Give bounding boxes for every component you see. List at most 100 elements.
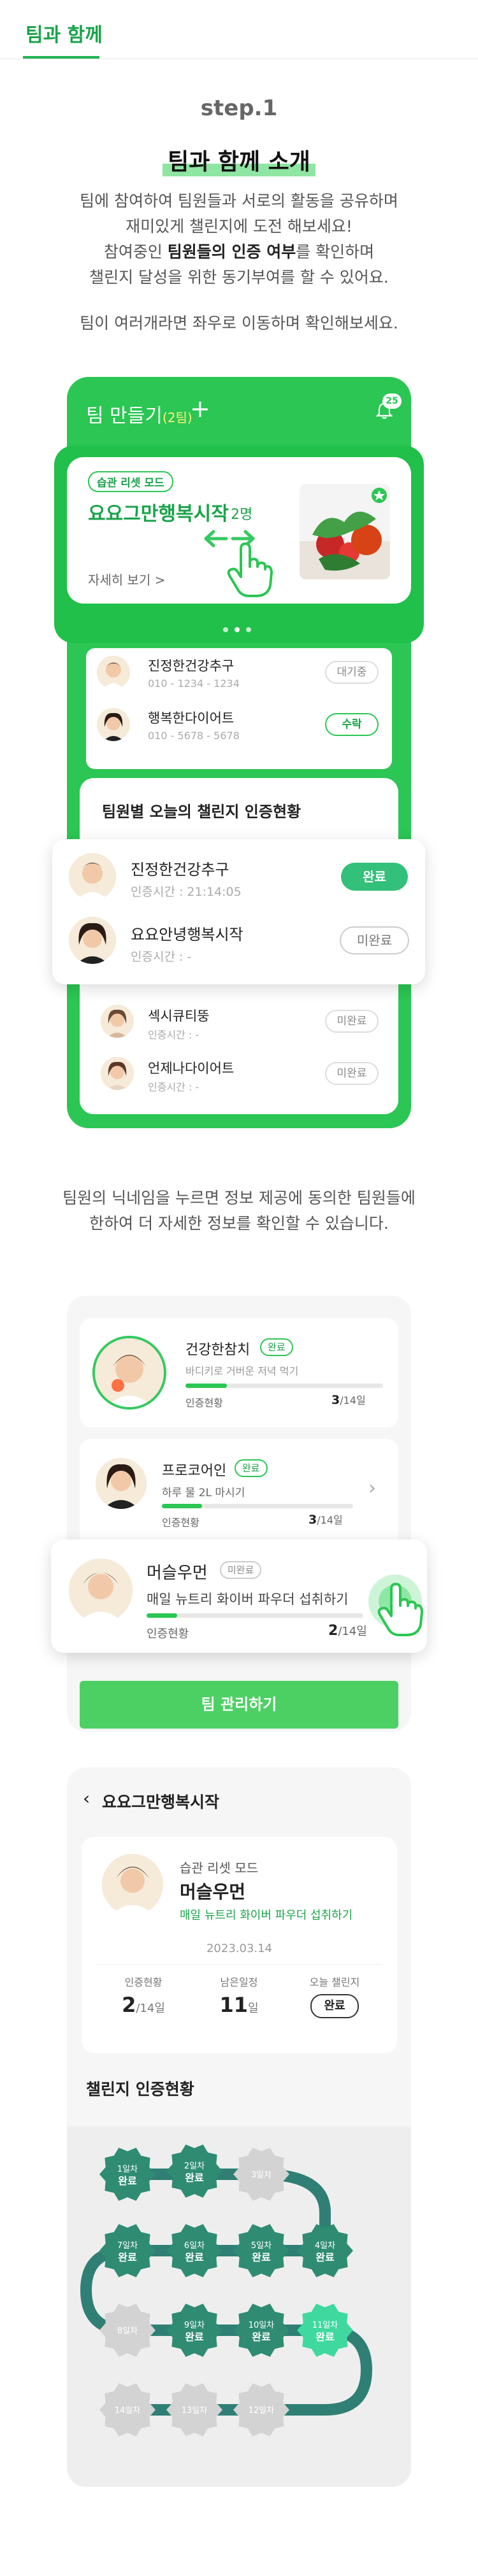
member-name[interactable]: 진정한건강추구 <box>148 656 234 675</box>
day-state: 완료 <box>252 2331 271 2343</box>
day-label: 10일차 <box>249 2321 275 2330</box>
day-gear[interactable]: 14일차 <box>99 2383 156 2437</box>
avatar <box>97 708 130 741</box>
board-title: 챌린지 인증현황 <box>86 2080 194 2098</box>
back-arrow-icon[interactable]: ‹ <box>83 1788 90 1809</box>
notification-badge: 25 <box>382 393 402 409</box>
gear-icon <box>297 2304 353 2357</box>
day-gear[interactable]: 11일차완료 <box>297 2304 353 2357</box>
day-state: 완료 <box>118 2175 137 2187</box>
avatar <box>69 853 116 900</box>
board-graphic: 1일차완료2일차완료 3일차4일차완료5일차완료6일차완료7일차완료8일차9일차완… <box>80 2144 373 2437</box>
day-label: 9일차 <box>184 2321 205 2330</box>
carousel-dot[interactable] <box>246 627 251 632</box>
member-name[interactable]: 머슬우먼 <box>147 1560 208 1583</box>
day-gear[interactable]: 4일차완료 <box>297 2224 353 2277</box>
day-gear[interactable]: 1일차완료 <box>99 2148 156 2201</box>
member-name[interactable]: 건강한참치 <box>185 1338 250 1359</box>
stat-certify: 인증현황 2/14일 <box>96 1974 191 2017</box>
tap-hand-icon <box>227 542 273 597</box>
carousel-dots[interactable] <box>220 623 254 635</box>
avatar <box>69 1559 133 1622</box>
incomplete-badge: 미완료 <box>340 926 409 954</box>
day-state: 완료 <box>315 2331 335 2343</box>
member-name[interactable]: 진정한건강추구 <box>131 857 229 879</box>
vegetable-photo <box>300 484 390 579</box>
stat-label: 오늘 챌린지 <box>309 1976 360 1988</box>
intro-description: 팀에 참여하여 팀원들과 서로의 활동을 공유하며 재미있게 챌린지에 도전 해… <box>0 188 478 290</box>
avatar <box>102 1854 163 1915</box>
carousel-dot[interactable] <box>223 627 228 632</box>
progress-count: 2/14일 <box>328 1623 367 1639</box>
card-divider <box>96 1964 382 1965</box>
team-name: 요요그만행복시작 <box>88 503 229 525</box>
progress-count: 3/14일 <box>331 1393 366 1407</box>
team-create-title[interactable]: 팀 만들기(2팀) <box>86 400 192 428</box>
day-gear[interactable]: 8일차 <box>99 2304 156 2357</box>
progress-fill <box>185 1384 228 1388</box>
step-label: step.1 <box>200 96 278 121</box>
member-phone: 010 - 5678 - 5678 <box>148 730 240 742</box>
progress-fill <box>162 1504 202 1508</box>
progress-label: 인증현황 <box>185 1397 223 1409</box>
swipe-hint: 팀이 여러개라면 좌우로 이동하며 확인해보세요. <box>80 314 398 332</box>
gear-icon <box>99 2224 156 2277</box>
board-track <box>80 2169 373 2416</box>
certify-time: 인증시간 : 21:14:05 <box>131 885 242 899</box>
waiting-badge: 대기중 <box>325 661 379 684</box>
day-gear[interactable]: 5일차완료 <box>233 2224 289 2277</box>
intro-line: 팀에 참여하여 팀원들과 서로의 활동을 공유하며 <box>80 192 398 210</box>
day-gear[interactable]: 9일차완료 <box>166 2304 222 2357</box>
gear-icon <box>99 2148 156 2201</box>
day-label: 5일차 <box>251 2241 272 2251</box>
stat-label: 남은일정 <box>220 1976 258 1988</box>
team-manage-button[interactable]: 팀 관리하기 <box>80 1681 398 1729</box>
stat-value: 2/14일 <box>122 1993 165 2017</box>
day-gear[interactable]: 6일차완료 <box>166 2224 222 2277</box>
member-name[interactable]: 언제나다이어트 <box>148 1058 234 1077</box>
progress-track <box>162 1504 353 1508</box>
day-gear[interactable]: 12일차 <box>233 2383 289 2437</box>
intro-title: 팀과 함께 소개 <box>163 143 315 176</box>
day-gear[interactable]: 3일차 <box>233 2148 289 2201</box>
avatar <box>92 1336 166 1410</box>
member-name[interactable]: 프로코어인 <box>162 1459 226 1480</box>
intro-line: 참여중인 팀원들의 인증 여부를 확인하며 <box>103 243 375 261</box>
member-name[interactable]: 요요안녕행복시작 <box>131 922 243 944</box>
member-name[interactable]: 행복한다이어트 <box>148 708 234 727</box>
day-label: 7일차 <box>117 2241 138 2251</box>
day-label: 3일차 <box>251 2170 272 2180</box>
day-gear[interactable]: 10일차완료 <box>233 2304 289 2357</box>
day-label: 6일차 <box>184 2241 205 2251</box>
member-goal: 매일 뉴트리 화이버 파우더 섭취하기 <box>147 1592 349 1607</box>
section-tab[interactable]: 팀과 함께 <box>25 19 103 47</box>
incomplete-tag: 미완료 <box>220 1561 262 1579</box>
intro-line: 재미있게 챌린지에 도전 해보세요! <box>126 217 352 236</box>
day-state: 완료 <box>118 2251 137 2263</box>
day-gear[interactable]: 2일차완료 <box>166 2144 222 2198</box>
day-label: 13일차 <box>182 2406 208 2416</box>
day-gear[interactable]: 7일차완료 <box>99 2224 156 2277</box>
day-state: 완료 <box>185 2251 204 2263</box>
stat-value: 11일 <box>219 1993 259 2017</box>
intro-line: 챌린지 달성을 위한 동기부여를 할 수 있어요. <box>89 268 389 287</box>
member-phone: 010 - 1234 - 1234 <box>148 677 240 690</box>
add-team-button[interactable]: + <box>190 395 210 423</box>
member-name: 머슬우먼 <box>180 1881 246 1902</box>
day-gear[interactable]: 13일차 <box>166 2383 222 2437</box>
chevron-right-icon[interactable]: › <box>368 1477 376 1499</box>
day-label: 12일차 <box>249 2406 275 2416</box>
avatar <box>97 656 130 689</box>
carousel-dot-active[interactable] <box>235 627 240 632</box>
mode-label: 습관 리셋 모드 <box>180 1860 259 1876</box>
certify-time: 인증시간 : - <box>131 950 192 964</box>
complete-tag: 완료 <box>260 1338 293 1356</box>
member-name[interactable]: 섹시큐티뚱 <box>148 1006 210 1025</box>
accept-button[interactable]: 수락 <box>325 713 379 736</box>
day-state: 완료 <box>252 2251 271 2263</box>
see-more-link[interactable]: 자세히 보기 > <box>88 570 165 588</box>
complete-tag: 완료 <box>235 1459 268 1477</box>
nickname-note: 팀원의 닉네임을 누르면 정보 제공에 동의한 팀원들에 한하여 더 자세한 정… <box>0 1185 478 1236</box>
gear-icon <box>233 2224 289 2277</box>
gear-icon <box>297 2224 353 2277</box>
